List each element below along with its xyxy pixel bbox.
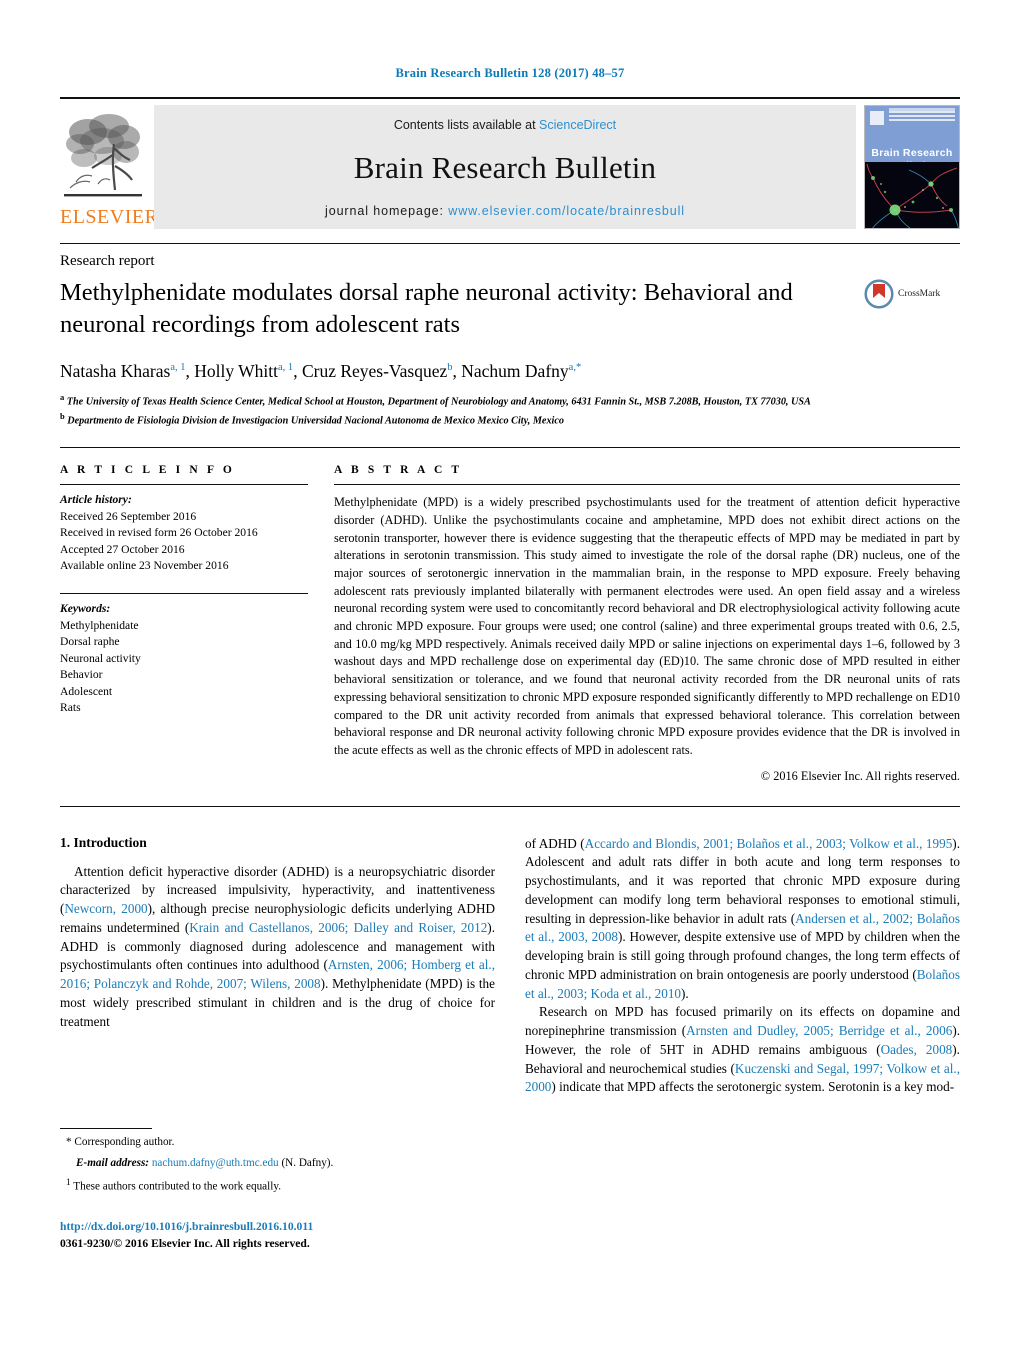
journal-homepage-link[interactable]: www.elsevier.com/locate/brainresbull [448,204,685,218]
article-info-heading: A R T I C L E I N F O [60,464,235,477]
equal-contribution-note: 1 These authors contributed to the work … [60,1177,490,1195]
keywords-label: Keywords: [60,602,111,616]
paper-page: Brain Research Bulletin 128 (2017) 48–57 [0,0,1020,1351]
abstract-column: A B S T R A C T Methylphenidate (MPD) is… [334,464,960,784]
body-column-left: 1. Introduction Attention deficit hypera… [60,835,495,1097]
email-note: E-mail address: nachum.dafny@uth.tmc.edu… [60,1155,490,1171]
contents-available-line: Contents lists available at ScienceDirec… [394,118,616,132]
running-head: Brain Research Bulletin 128 (2017) 48–57 [395,66,625,80]
elsevier-wordmark: ELSEVIER [60,206,159,228]
title-row: Methylphenidate modulates dorsal raphe n… [60,277,960,342]
elsevier-tree-icon [64,114,142,197]
intro-paragraph-right-2: Research on MPD has focused primarily on… [525,1004,961,1095]
info-separator-rule [60,447,960,449]
title-container: Methylphenidate modulates dorsal raphe n… [60,277,864,342]
footnote-rule [60,1128,152,1129]
masthead-top-rule [60,97,960,99]
article-info-column: A R T I C L E I N F O Article history: R… [60,464,308,784]
keyword-item: Adolescent [60,684,113,698]
cover-publisher-icon [870,111,884,125]
keywords-block: Keywords: Methylphenidate Dorsal raphe N… [60,601,308,716]
keywords-rule [60,593,308,595]
affiliation-b: Departmento de Fisiologia Division de In… [67,415,564,427]
elsevier-logo: ELSEVIER [60,105,159,229]
abstract-bottom-rule [60,805,960,807]
abstract-copyright: © 2016 Elsevier Inc. All rights reserved… [760,768,960,783]
body-columns: 1. Introduction Attention deficit hypera… [60,835,960,1097]
cover-neuron-image [865,162,959,228]
journal-homepage-line: journal homepage: www.elsevier.com/locat… [325,204,685,218]
corresponding-marker: * [66,1136,72,1148]
article-type-label: Research report [60,253,155,269]
article-history-label: Article history: [60,493,132,507]
intro-paragraph-right-1: of ADHD (Accardo and Blondis, 2001; Bola… [525,835,960,1001]
contents-prefix: Contents lists available at [393,118,540,132]
email-link[interactable]: nachum.dafny@uth.tmc.edu [152,1157,279,1169]
intro-paragraph-left: Attention deficit hyperactive disorder (… [60,863,496,1029]
affiliation-a: The University of Texas Health Science C… [66,396,811,408]
history-item: Accepted 27 October 2016 [60,542,185,556]
keyword-item: Methylphenidate [60,618,139,632]
abstract-rule [334,484,960,486]
author-list: Natasha Kharasa, 1, Holly Whitta, 1, Cru… [60,360,582,381]
footnotes: * Corresponding author. E-mail address: … [60,1128,490,1195]
abstract-heading: A B S T R A C T [334,464,463,477]
article-info-rule [60,484,308,486]
keyword-item: Rats [60,701,81,715]
crossmark-label: CrossMark [898,289,941,299]
title-separator-rule [60,243,960,244]
crossmark-icon [864,279,894,309]
doi-block: http://dx.doi.org/10.1016/j.brainresbull… [60,1218,490,1253]
equal-text: These authors contributed to the work eq… [73,1180,282,1193]
masthead-center-panel: Contents lists available at ScienceDirec… [154,105,856,229]
abstract-text: Methylphenidate (MPD) is a widely prescr… [334,495,960,757]
keyword-item: Behavior [60,668,103,682]
introduction-heading: 1. Introduction [60,834,147,850]
doi-link[interactable]: http://dx.doi.org/10.1016/j.brainresbull… [60,1218,490,1235]
equal-marker: 1 [66,1177,71,1188]
homepage-prefix: journal homepage: [325,204,449,218]
info-abstract-row: A R T I C L E I N F O Article history: R… [60,464,960,784]
page-title: Methylphenidate modulates dorsal raphe n… [60,279,793,339]
keyword-item: Neuronal activity [60,651,141,665]
journal-masthead: ELSEVIER Contents lists available at Sci… [60,97,960,229]
neuron-micrograph-icon [865,162,959,228]
crossmark-badge[interactable]: CrossMark [864,277,960,309]
email-suffix: (N. Dafny). [281,1157,334,1170]
journal-title: Brain Research Bulletin [353,150,657,185]
keyword-item: Dorsal raphe [60,635,120,649]
sciencedirect-link[interactable]: ScienceDirect [539,118,616,132]
journal-cover-thumbnail: Brain ResearchBulletin [864,105,960,229]
email-label: E-mail address: [76,1157,150,1170]
history-item: Available online 23 November 2016 [60,558,229,572]
history-item: Received in revised form 26 October 2016 [60,526,258,540]
issn-copyright-line: 0361-9230/© 2016 Elsevier Inc. All right… [60,1237,310,1251]
body-column-right: of ADHD (Accardo and Blondis, 2001; Bola… [525,835,960,1097]
history-item: Received 26 September 2016 [60,509,197,523]
article-history-block: Article history: Received 26 September 2… [60,492,308,574]
cover-header-lines [889,111,955,123]
affiliations: a The University of Texas Health Science… [60,392,811,427]
corresponding-text: Corresponding author. [74,1136,175,1148]
corresponding-author-note: * Corresponding author. [60,1134,490,1150]
